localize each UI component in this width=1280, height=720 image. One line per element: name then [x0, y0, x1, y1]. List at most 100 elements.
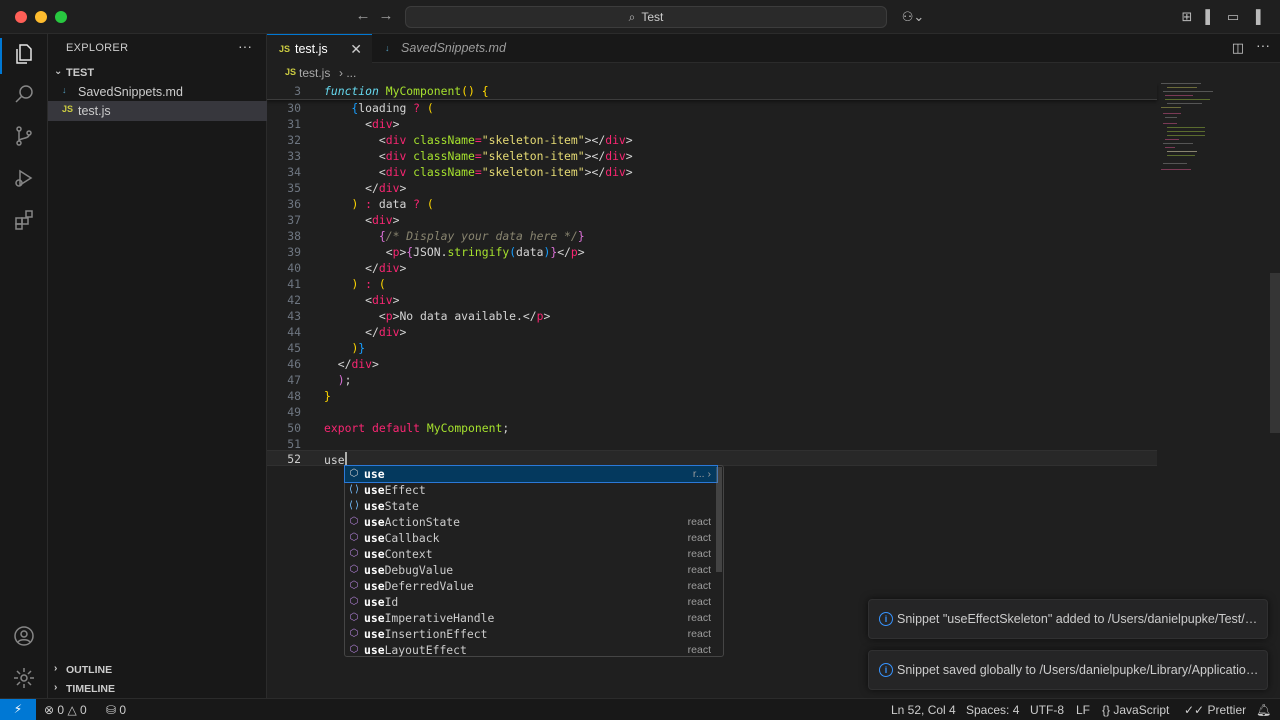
- suggest-rest: Context: [384, 547, 433, 561]
- suggest-item[interactable]: ⬡ useId react: [345, 594, 717, 610]
- notification-toast[interactable]: i Snippet "useEffectSkeleton" added to /…: [868, 599, 1268, 639]
- code-line-35: 35 </div>: [267, 180, 1157, 196]
- suggest-item[interactable]: ⬡ useDeferredValue react: [345, 578, 717, 594]
- more-actions-icon[interactable]: ···: [1256, 37, 1270, 53]
- chevron-right-icon: ›: [54, 663, 58, 674]
- suggest-item[interactable]: ⬡ useLayoutEffect react: [345, 642, 717, 658]
- suggest-rest: DebugValue: [384, 563, 454, 577]
- code-line-44: 44 </div>: [267, 324, 1157, 340]
- window-maximize-button[interactable]: [55, 11, 67, 23]
- suggest-item[interactable]: ⬡ useInsertionEffect react: [345, 626, 717, 642]
- tab-savedsnippets[interactable]: ↓ SavedSnippets.md: [373, 34, 513, 63]
- code-line-34: 34 <div className="skeleton-item"></div>: [267, 164, 1157, 180]
- file-item-savedsnippets[interactable]: ↓ SavedSnippets.md: [48, 82, 267, 102]
- suggest-scrollbar[interactable]: [716, 467, 722, 572]
- code-line-42: 42 <div>: [267, 292, 1157, 308]
- suggest-item[interactable]: ⟨⟩ useEffect: [345, 482, 717, 498]
- indentation[interactable]: Spaces: 4: [966, 703, 1019, 717]
- close-icon[interactable]: ✕: [350, 41, 362, 58]
- suggest-item[interactable]: ⬡ useDebugValue react: [345, 562, 717, 578]
- tab-test-js[interactable]: JS test.js ✕: [267, 34, 372, 63]
- toggle-panel-icon[interactable]: ▭: [1225, 9, 1241, 25]
- code-line-31: 31 <div>: [267, 116, 1157, 132]
- suggest-item[interactable]: ⬡ use r... ›: [344, 465, 718, 483]
- toggle-secondary-sidebar-icon[interactable]: ▐: [1248, 9, 1264, 25]
- end-of-line[interactable]: LF: [1076, 703, 1090, 717]
- autocomplete-suggest-widget[interactable]: ⬡ use r... › ⟨⟩ useEffect ⟨⟩ useState ⬡ …: [344, 465, 724, 657]
- breadcrumb-separator[interactable]: › ...: [339, 66, 356, 80]
- code-line-36: 36 ) : data ? (: [267, 196, 1157, 212]
- sticky-scroll-header[interactable]: 3 function MyComponent() {: [267, 83, 1157, 100]
- suggest-item[interactable]: ⟨⟩ useState: [345, 498, 717, 514]
- line-number: 43: [287, 309, 301, 323]
- suggest-rest: Callback: [384, 531, 440, 545]
- outline-label: OUTLINE: [66, 664, 113, 676]
- explorer-icon[interactable]: [12, 42, 36, 66]
- source-control-icon[interactable]: [12, 124, 36, 148]
- code-line-46: 46 </div>: [267, 356, 1157, 372]
- code-line-52-current[interactable]: 52 use: [267, 450, 1157, 467]
- customize-layout-icon[interactable]: ⊞: [1179, 9, 1195, 25]
- tab-label: test.js: [295, 42, 328, 56]
- timeline-label: TIMELINE: [66, 683, 115, 695]
- file-item-test-js[interactable]: JS test.js: [48, 101, 267, 121]
- manage-gear-icon[interactable]: [12, 666, 36, 690]
- window-close-button[interactable]: [15, 11, 27, 23]
- remote-indicator-icon[interactable]: ⚡: [0, 699, 36, 720]
- editor-tab-bar: JS test.js ✕ ↓ SavedSnippets.md ◫ ···: [267, 34, 1280, 63]
- markdown-file-icon: ↓: [385, 43, 390, 53]
- formatter-label: Prettier: [1207, 703, 1247, 717]
- cursor-position[interactable]: Ln 52, Col 4: [891, 703, 956, 717]
- method-icon: ⬡: [349, 580, 359, 591]
- notification-toast[interactable]: i Snippet saved globally to /Users/danie…: [868, 650, 1268, 690]
- suggest-match: use: [364, 515, 385, 529]
- line-number: 42: [287, 293, 301, 307]
- code-line-30: 30 {loading ? (: [267, 100, 1157, 116]
- line-number: 39: [287, 245, 301, 259]
- error-icon: ⊗: [44, 703, 55, 717]
- line-number: 46: [287, 357, 301, 371]
- code-line-38: 38 {/* Display your data here */}: [267, 228, 1157, 244]
- editor-scrollbar[interactable]: [1270, 273, 1280, 433]
- javascript-file-icon: JS: [279, 44, 291, 54]
- line-number: 48: [287, 389, 301, 403]
- language-mode[interactable]: {} JavaScript: [1102, 703, 1169, 717]
- suggest-detail: react: [687, 548, 711, 560]
- account-icon[interactable]: [12, 624, 36, 648]
- suggest-item[interactable]: ⬡ useContext react: [345, 546, 717, 562]
- suggest-match: use: [364, 483, 385, 497]
- breadcrumb-file[interactable]: test.js: [299, 66, 330, 80]
- suggest-detail[interactable]: r... ›: [693, 468, 711, 480]
- code-line-41: 41 ) : (: [267, 276, 1157, 292]
- activity-bar: [0, 34, 48, 698]
- window-minimize-button[interactable]: [35, 11, 47, 23]
- search-icon[interactable]: [12, 82, 36, 106]
- code-line-48: 48}: [267, 388, 1157, 404]
- code-line-40: 40 </div>: [267, 260, 1157, 276]
- encoding[interactable]: UTF-8: [1030, 703, 1064, 717]
- notifications-bell-icon[interactable]: 🔔︎: [1256, 703, 1271, 717]
- suggest-item[interactable]: ⬡ useImperativeHandle react: [345, 610, 717, 626]
- run-debug-icon[interactable]: [12, 166, 36, 190]
- ports-indicator[interactable]: ⛁ 0: [106, 703, 126, 717]
- toggle-primary-sidebar-icon[interactable]: ▌: [1202, 9, 1218, 25]
- timeline-section[interactable]: › TIMELINE: [48, 679, 267, 699]
- sidebar-more-icon[interactable]: ···: [238, 38, 252, 54]
- command-center-search[interactable]: ⌕ Test: [405, 6, 887, 28]
- ports-icon: ⛁: [106, 703, 117, 717]
- explorer-sidebar: EXPLORER ··· ⌄ TEST ↓ SavedSnippets.md J…: [48, 34, 267, 698]
- formatter-status[interactable]: ✓✓ Prettier: [1184, 703, 1246, 717]
- extensions-icon[interactable]: [12, 208, 36, 232]
- folder-test[interactable]: ⌄ TEST: [48, 64, 267, 84]
- split-editor-icon[interactable]: ◫: [1232, 40, 1244, 56]
- arrow-right-icon[interactable]: →: [376, 7, 396, 24]
- outline-section[interactable]: › OUTLINE: [48, 660, 267, 680]
- problems-indicator[interactable]: ⊗ 0 △ 0: [44, 703, 87, 717]
- suggest-item[interactable]: ⬡ useActionState react: [345, 514, 717, 530]
- copilot-icon[interactable]: ⚇⌄: [900, 9, 926, 25]
- arrow-left-icon[interactable]: ←: [353, 7, 373, 24]
- method-icon: ⬡: [349, 564, 359, 575]
- line-number: 34: [287, 165, 301, 179]
- suggest-item[interactable]: ⬡ useCallback react: [345, 530, 717, 546]
- line-number: 35: [287, 181, 301, 195]
